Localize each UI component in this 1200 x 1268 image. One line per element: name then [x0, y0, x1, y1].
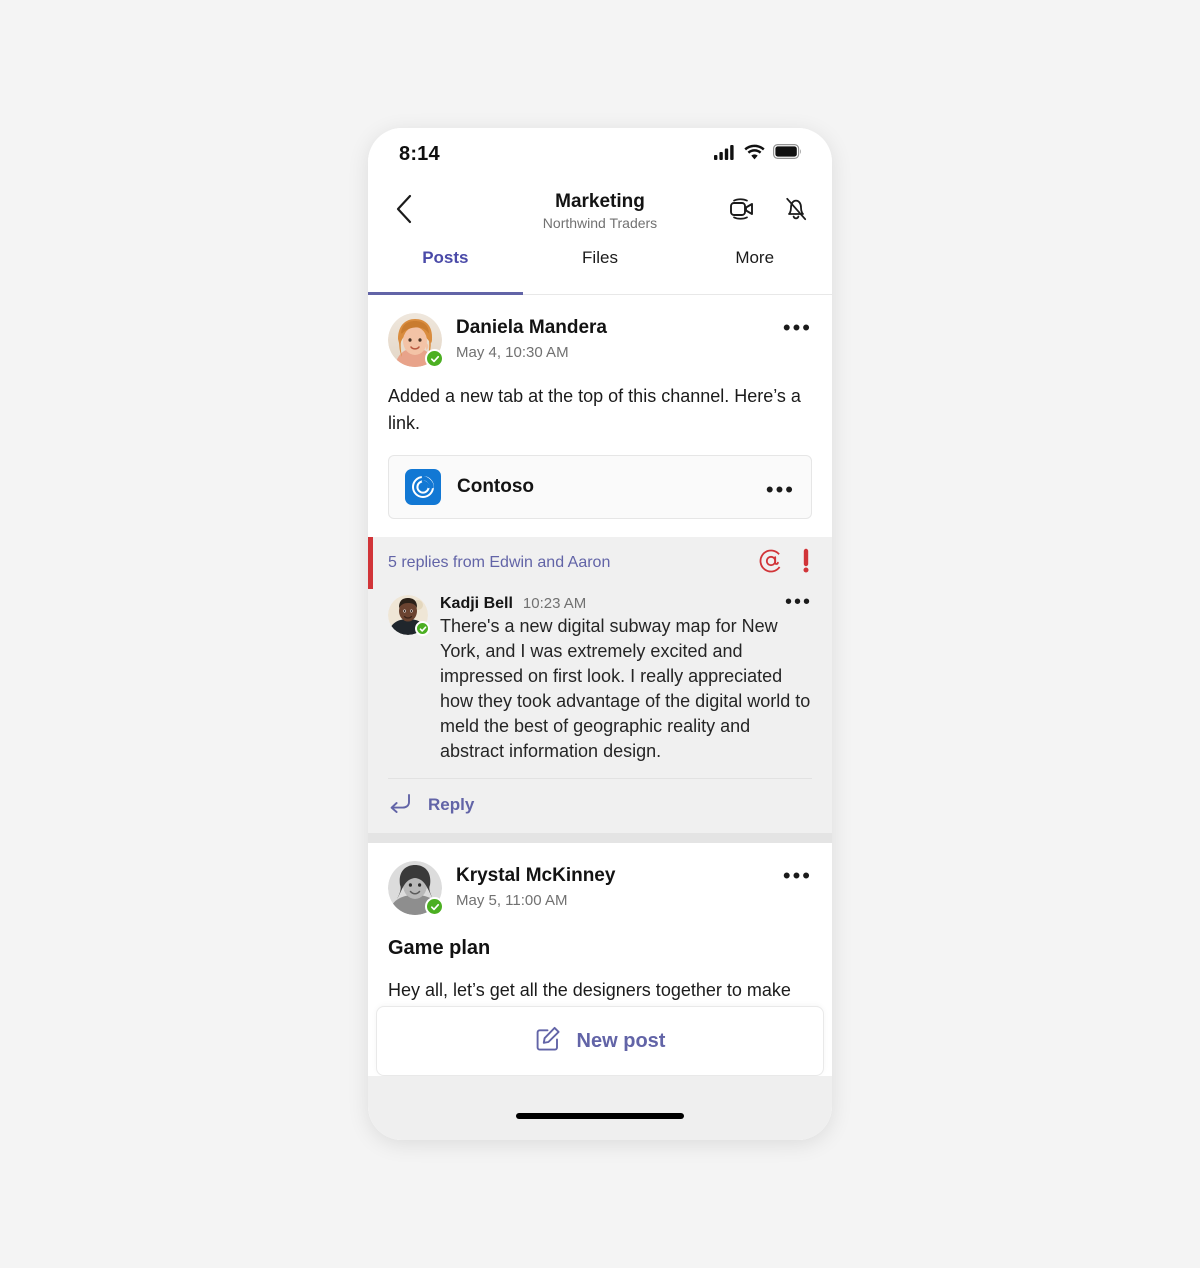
reply-button[interactable]: Reply	[388, 778, 812, 831]
link-card[interactable]: Contoso •••	[388, 455, 812, 519]
video-call-icon	[728, 197, 756, 226]
tab-posts[interactable]: Posts	[368, 242, 523, 295]
urgent-indicator-bar	[368, 537, 373, 589]
phone-frame: 8:14 Marketing Northwind Traders Posts F…	[368, 128, 832, 1140]
status-bar-icons	[714, 144, 802, 165]
reply-author: Kadji Bell	[440, 595, 513, 612]
tab-more[interactable]: More	[677, 242, 832, 294]
mute-notifications-button[interactable]	[780, 195, 812, 227]
presence-available-badge	[425, 349, 444, 368]
reply-arrow-icon	[388, 793, 412, 818]
link-card-title: Contoso	[457, 476, 535, 497]
reply-text: There's a new digital subway map for New…	[440, 616, 811, 761]
post-more-options-button[interactable]: •••	[783, 313, 812, 339]
replies-summary-text: 5 replies from Edwin and Aaron	[388, 554, 611, 571]
post-body: Added a new tab at the top of this chann…	[388, 386, 801, 433]
post-author: Krystal McKinney	[456, 865, 616, 886]
new-post-label: New post	[576, 1029, 666, 1052]
tab-files[interactable]: Files	[523, 242, 678, 294]
compose-icon	[535, 1026, 561, 1057]
post-header: Daniela Mandera May 4, 10:30 AM •••	[388, 313, 812, 368]
post-divider	[368, 833, 832, 843]
reply-label: Reply	[428, 795, 475, 814]
status-time: 8:14	[399, 142, 440, 165]
reply-header: Kadji Bell 10:23 AM •••	[440, 592, 812, 613]
wifi-icon	[744, 144, 765, 165]
avatar[interactable]	[388, 595, 430, 636]
replies-flags	[758, 548, 812, 579]
video-call-button[interactable]	[726, 195, 758, 227]
contoso-app-icon	[405, 469, 441, 505]
header-actions	[726, 195, 812, 227]
battery-icon	[773, 144, 802, 164]
mention-icon	[758, 548, 784, 579]
replies-summary-row[interactable]: 5 replies from Edwin and Aaron	[368, 537, 832, 589]
channel-header: Marketing Northwind Traders	[368, 180, 832, 242]
avatar[interactable]	[388, 861, 444, 916]
tab-bar: Posts Files More	[368, 242, 832, 295]
post-header: Krystal McKinney May 5, 11:00 AM •••	[388, 861, 812, 916]
reply-more-options-button[interactable]: •••	[785, 592, 812, 612]
post-author: Daniela Mandera	[456, 317, 607, 338]
presence-available-badge	[425, 897, 444, 916]
home-indicator	[516, 1113, 684, 1119]
chevron-left-icon	[395, 194, 415, 229]
urgent-icon	[800, 548, 812, 579]
link-card-more-options-button[interactable]: •••	[766, 475, 795, 501]
cellular-signal-icon	[714, 144, 736, 165]
back-button[interactable]	[386, 192, 424, 230]
reply-timestamp: 10:23 AM	[522, 595, 587, 612]
post-item: Daniela Mandera May 4, 10:30 AM ••• Adde…	[368, 295, 832, 519]
post-subject: Game plan	[388, 937, 491, 959]
avatar[interactable]	[388, 313, 444, 368]
post-timestamp: May 5, 11:00 AM	[456, 892, 568, 909]
reply-item: Kadji Bell 10:23 AM ••• There's a new di…	[368, 589, 832, 764]
post-timestamp: May 4, 10:30 AM	[456, 344, 569, 361]
post-meta: Daniela Mandera May 4, 10:30 AM	[456, 313, 607, 363]
replies-block: 5 replies from Edwin and Aaron Kadji Bel…	[368, 537, 832, 833]
home-indicator-area	[368, 1076, 832, 1140]
new-post-button[interactable]: New post	[376, 1006, 824, 1076]
post-more-options-button[interactable]: •••	[783, 861, 812, 887]
reply-content: Kadji Bell 10:23 AM ••• There's a new di…	[440, 592, 812, 764]
status-bar: 8:14	[368, 128, 832, 180]
post-meta: Krystal McKinney May 5, 11:00 AM	[456, 861, 615, 911]
presence-available-badge	[415, 621, 430, 636]
notifications-off-icon	[782, 195, 810, 228]
